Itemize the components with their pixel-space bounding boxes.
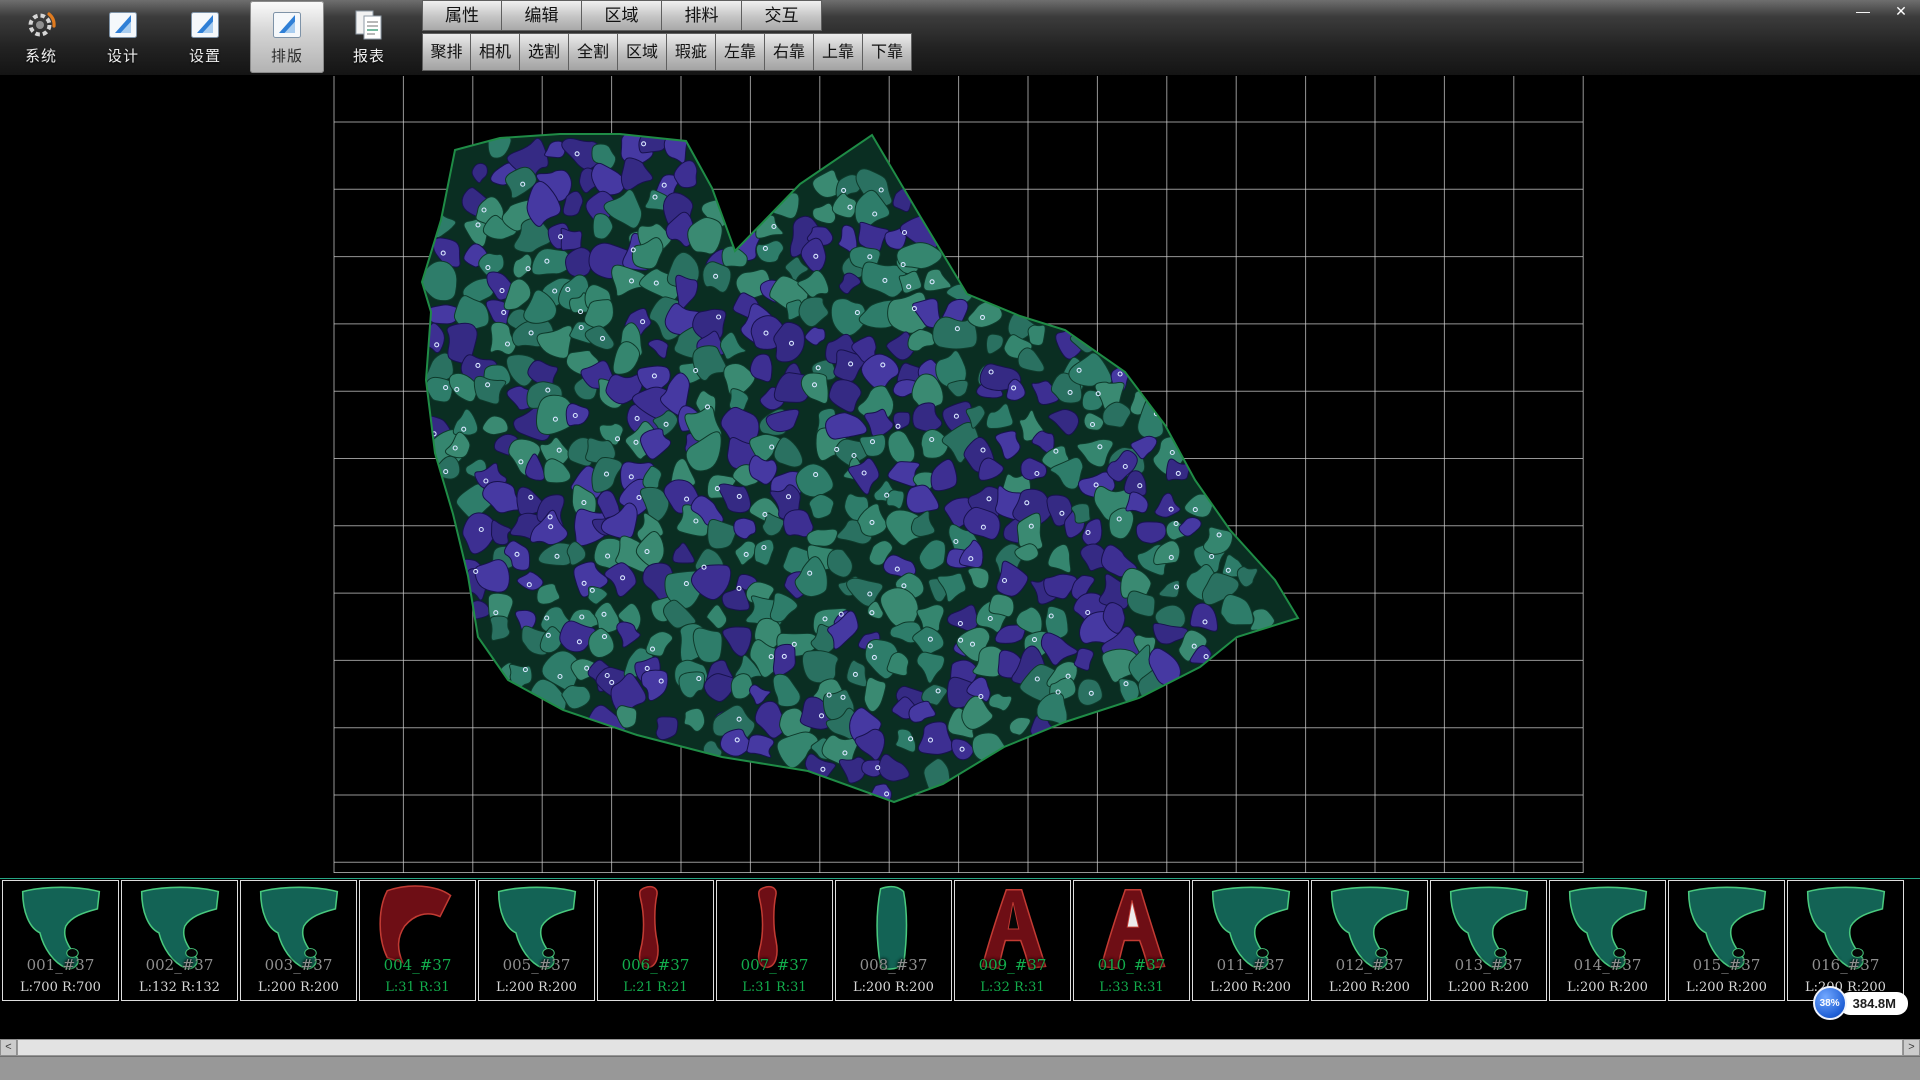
minimize-button[interactable]: — <box>1852 3 1874 20</box>
piece-lr-count: L:21 R:21 <box>598 980 713 995</box>
design-icon <box>106 8 140 42</box>
piece-thumbnail[interactable]: 008_#37 L:200 R:200 <box>835 880 952 1001</box>
close-button[interactable]: ✕ <box>1890 3 1912 20</box>
piece-lr-count: L:200 R:200 <box>1193 980 1308 995</box>
piece-id: 001_#37 <box>3 956 118 974</box>
toolbar-button-system[interactable]: 系统 <box>4 1 78 73</box>
piece-id: 005_#37 <box>479 956 594 974</box>
piece-thumbnail[interactable]: 005_#37 L:200 R:200 <box>478 880 595 1001</box>
piece-list-panel: 001_#37L:700 R:700002_#37L:132 R:132003_… <box>0 878 1920 1003</box>
scrollbar-thumb[interactable] <box>17 1039 1903 1056</box>
piece-lr-count: L:32 R:31 <box>955 980 1070 995</box>
piece-thumbnail[interactable]: 012_#37 L:200 R:200 <box>1311 880 1428 1001</box>
tool-button-cut-all[interactable]: 全割 <box>569 33 618 71</box>
progress-badge: 38% <box>1813 986 1847 1020</box>
toolbar-button-design[interactable]: 设计 <box>86 1 160 73</box>
piece-id: 004_#37 <box>360 956 475 974</box>
piece-lr-count: L:31 R:31 <box>717 980 832 995</box>
menu-tab-edit[interactable]: 编辑 <box>502 0 582 31</box>
application-window: 系统设计设置排版报表 属性编辑区域排料交互 聚排相机选割全割区域瑕疵左靠右靠上靠… <box>0 0 1920 1080</box>
canvas-drawing <box>0 76 1920 878</box>
piece-id: 015_#37 <box>1669 956 1784 974</box>
toolbar-button-label: 报表 <box>353 45 385 66</box>
tool-button-align-right[interactable]: 右靠 <box>765 33 814 71</box>
tool-button-cut-selected[interactable]: 选割 <box>520 33 569 71</box>
tool-button-camera[interactable]: 相机 <box>471 33 520 71</box>
memory-status: 38% 384.8M <box>1813 986 1908 1020</box>
piece-id: 009_#37 <box>955 956 1070 974</box>
piece-lr-count: L:200 R:200 <box>1312 980 1427 995</box>
tool-button-align-left[interactable]: 左靠 <box>716 33 765 71</box>
toolbar-button-label: 系统 <box>25 45 57 66</box>
piece-lr-count: L:200 R:200 <box>1550 980 1665 995</box>
piece-thumbnail[interactable]: 010_#37 L:33 R:31 <box>1073 880 1190 1001</box>
tool-button-defect[interactable]: 瑕疵 <box>667 33 716 71</box>
scrollbar-track[interactable] <box>17 1039 1903 1056</box>
main-toolbar: 系统 设计 设置 排版 报表 <box>4 1 406 75</box>
piece-lr-count: L:33 R:31 <box>1074 980 1189 995</box>
piece-id: 016_#37 <box>1788 956 1903 974</box>
piece-id: 002_#37 <box>122 956 237 974</box>
piece-thumbnail[interactable]: 016_#37L:200 R:200 <box>1787 880 1904 1001</box>
window-controls: — ✕ <box>1852 3 1912 20</box>
piece-id: 011_#37 <box>1193 956 1308 974</box>
menu-tab-region[interactable]: 区域 <box>582 0 662 31</box>
tool-button-cluster-nest[interactable]: 聚排 <box>422 33 471 71</box>
menu-tab-bar: 属性编辑区域排料交互 <box>422 0 912 31</box>
piece-id: 014_#37 <box>1550 956 1665 974</box>
piece-lr-count: L:200 R:200 <box>836 980 951 995</box>
scroll-right-button[interactable]: > <box>1903 1039 1920 1056</box>
piece-thumbnail[interactable]: 009_#37 L:32 R:31 <box>954 880 1071 1001</box>
toolbar-button-label: 排版 <box>271 45 303 66</box>
menu-tab-interact[interactable]: 交互 <box>742 0 822 31</box>
piece-thumbnail[interactable]: 014_#37 L:200 R:200 <box>1549 880 1666 1001</box>
piece-thumbnail[interactable]: 006_#37 L:21 R:21 <box>597 880 714 1001</box>
menu-tab-properties[interactable]: 属性 <box>422 0 502 31</box>
piece-id: 012_#37 <box>1312 956 1427 974</box>
piece-lr-count: L:132 R:132 <box>122 980 237 995</box>
piece-lr-count: L:700 R:700 <box>3 980 118 995</box>
piece-thumbnail[interactable]: 015_#37 L:200 R:200 <box>1668 880 1785 1001</box>
layout-icon <box>270 8 304 42</box>
toolbar-button-report[interactable]: 报表 <box>332 1 406 73</box>
piece-thumbnail[interactable]: 011_#37 L:200 R:200 <box>1192 880 1309 1001</box>
report-icon <box>352 8 386 42</box>
toolbar-button-label: 设置 <box>189 45 221 66</box>
piece-lr-count: L:200 R:200 <box>1669 980 1784 995</box>
piece-id: 006_#37 <box>598 956 713 974</box>
scroll-left-button[interactable]: < <box>0 1039 17 1056</box>
piece-lr-count: L:31 R:31 <box>360 980 475 995</box>
toolbar-button-label: 设计 <box>107 45 139 66</box>
tool-button-align-top[interactable]: 上靠 <box>814 33 863 71</box>
piece-thumbnail[interactable]: 004_#37 L:31 R:31 <box>359 880 476 1001</box>
piece-thumbnail[interactable]: 007_#37 L:31 R:31 <box>716 880 833 1001</box>
piece-id: 010_#37 <box>1074 956 1189 974</box>
tool-button-bar: 聚排相机选割全割区域瑕疵左靠右靠上靠下靠 <box>422 33 912 71</box>
piece-thumbnail[interactable]: 013_#37 L:200 R:200 <box>1430 880 1547 1001</box>
tool-button-region[interactable]: 区域 <box>618 33 667 71</box>
status-bar <box>0 1056 1920 1080</box>
piece-lr-count: L:200 R:200 <box>479 980 594 995</box>
piece-id: 007_#37 <box>717 956 832 974</box>
piece-thumbnail[interactable]: 002_#37 L:132 R:132 <box>121 880 238 1001</box>
toolbar-button-layout[interactable]: 排版 <box>250 1 324 73</box>
piece-lr-count: L:200 R:200 <box>241 980 356 995</box>
settings-icon <box>188 8 222 42</box>
tool-button-align-bottom[interactable]: 下靠 <box>863 33 912 71</box>
piece-lr-count: L:200 R:200 <box>1431 980 1546 995</box>
piece-id: 003_#37 <box>241 956 356 974</box>
piece-thumbnail[interactable]: 001_#37 L:700 R:700 <box>2 880 119 1001</box>
piece-id: 013_#37 <box>1431 956 1546 974</box>
gear-icon <box>24 8 58 42</box>
top-toolbar: 系统设计设置排版报表 属性编辑区域排料交互 聚排相机选割全割区域瑕疵左靠右靠上靠… <box>0 0 1920 76</box>
menu-area: 属性编辑区域排料交互 聚排相机选割全割区域瑕疵左靠右靠上靠下靠 <box>422 0 912 71</box>
memory-value: 384.8M <box>1839 992 1908 1015</box>
nesting-canvas[interactable] <box>0 76 1920 878</box>
piece-id: 008_#37 <box>836 956 951 974</box>
menu-tab-nesting[interactable]: 排料 <box>662 0 742 31</box>
piece-thumbnail[interactable]: 003_#37 L:200 R:200 <box>240 880 357 1001</box>
horizontal-scrollbar[interactable]: < > <box>0 1039 1920 1056</box>
toolbar-button-settings[interactable]: 设置 <box>168 1 242 73</box>
